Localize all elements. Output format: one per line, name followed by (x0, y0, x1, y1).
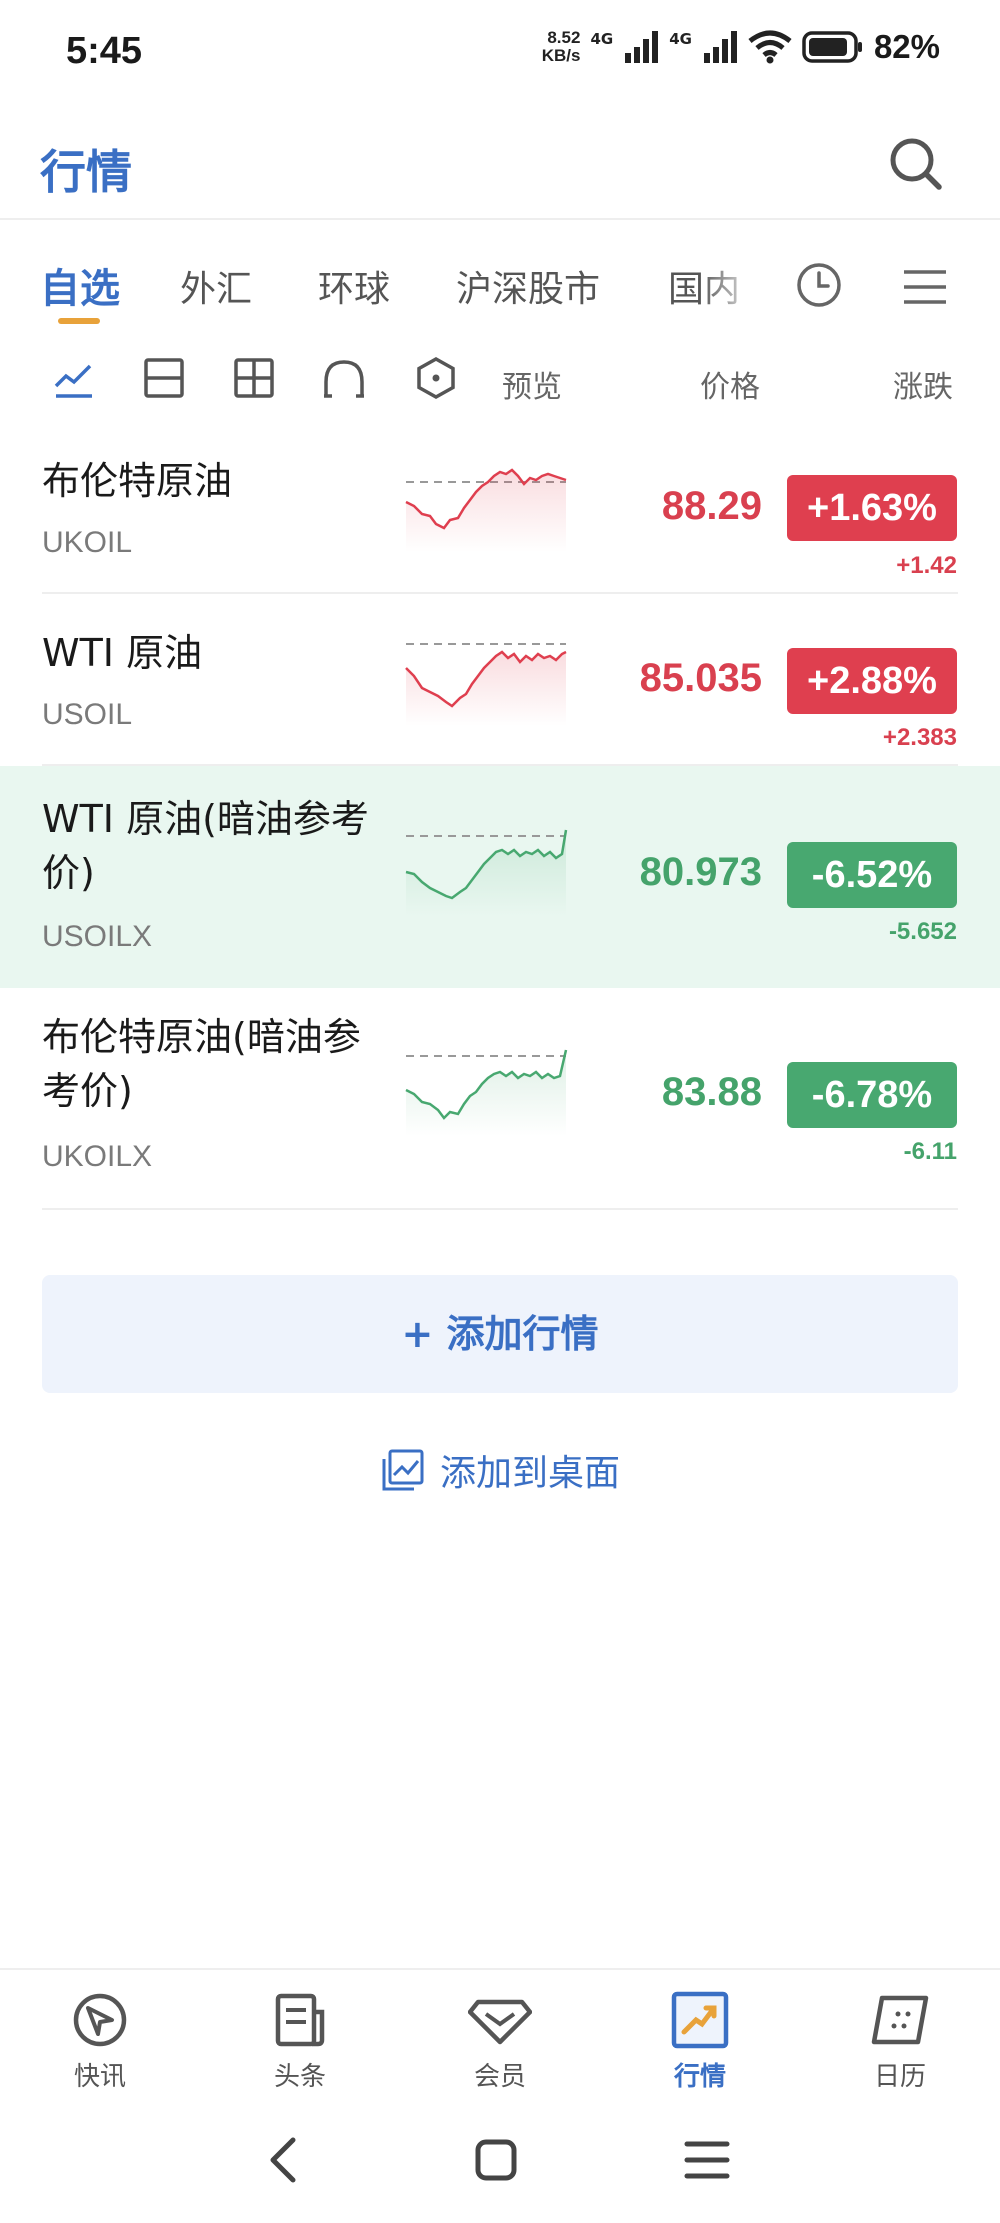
nav-item-market[interactable]: 行情 (640, 1990, 760, 2093)
quote-name: WTI 原油(暗油参考价) (42, 797, 369, 895)
quote-code: USOILX (42, 920, 153, 953)
nav-label: 头条 (273, 2062, 326, 2092)
quote-name: 布伦特原油(暗油参考价) (42, 1015, 361, 1113)
sparkline-chart (405, 643, 567, 726)
status-time: 5:45 (66, 30, 143, 72)
sparkline-chart (405, 829, 568, 916)
calendar-icon (871, 1995, 929, 2045)
tab-a-shares[interactable]: 沪深股市 (456, 260, 600, 312)
flash-news-icon (73, 1993, 127, 2047)
network-speed: 8.52 KB/s (541, 28, 581, 65)
quote-change-badge: +1.63% (787, 475, 957, 541)
quote-name: WTI 原油 (42, 631, 203, 675)
tab-watchlist[interactable]: 自选 (40, 256, 120, 314)
battery-icon (802, 31, 862, 63)
network-type-1: 4G (590, 30, 614, 48)
quote-row-ukoilx[interactable]: 布伦特原油(暗油参考价) UKOILX 83.88 -6.78% -6.11 (0, 988, 1000, 1210)
market-trend-icon (671, 1991, 729, 2049)
add-quote-button[interactable]: + 添加行情 (42, 1275, 958, 1393)
clock-icon[interactable] (794, 260, 844, 310)
column-price: 价格 (700, 370, 760, 405)
bottom-nav: 快讯 头条 会员 行情 日历 (0, 1968, 1000, 2093)
signal-icon (625, 31, 659, 63)
menu-icon[interactable] (900, 262, 950, 312)
nav-item-headlines[interactable]: 头条 (240, 1990, 360, 2093)
diamond-icon (468, 1999, 532, 2045)
line-chart-icon[interactable] (52, 356, 96, 400)
nav-label: 会员 (473, 2062, 526, 2092)
quote-change-amount: -5.652 (888, 918, 957, 945)
home-icon[interactable] (466, 2130, 526, 2190)
grid-view-icon[interactable] (232, 356, 276, 400)
curve-icon[interactable] (322, 356, 366, 400)
quote-price: 88.29 (661, 484, 762, 528)
tab-global[interactable]: 环球 (318, 260, 390, 312)
quote-code: USOIL (42, 698, 133, 731)
quote-row-ukoil[interactable]: 布伦特原油 UKOIL 88.29 +1.63% +1.42 (0, 420, 1000, 594)
status-right: 8.52 KB/s 4G 4G 82% (542, 28, 940, 66)
quote-price: 80.973 (639, 850, 762, 894)
quote-price: 83.88 (661, 1070, 762, 1114)
network-type-2: 4G (669, 30, 692, 48)
nav-item-flash-news[interactable]: 快讯 (40, 1990, 160, 2093)
page-title: 行情 (40, 145, 132, 199)
category-tabs: 自选 外汇 环球 沪深股市 国内 (0, 250, 1000, 330)
wifi-icon (748, 30, 792, 64)
battery-percent: 82% (873, 28, 940, 65)
quote-change-amount: -6.11 (903, 1138, 957, 1165)
quote-change-badge: -6.52% (787, 842, 957, 908)
sparkline-chart (405, 1049, 568, 1136)
hexagon-icon[interactable] (414, 356, 458, 400)
signal-icon (703, 31, 737, 63)
view-mode-row: 预览 价格 涨跌 (0, 350, 1000, 410)
column-change: 涨跌 (893, 370, 953, 405)
back-icon[interactable] (255, 2130, 315, 2190)
quote-code: UKOIL (42, 526, 133, 559)
quote-row-usoilx[interactable]: WTI 原油(暗油参考价) USOILX 80.973 -6.52% -5.65… (0, 766, 1000, 988)
status-bar: 5:45 8.52 KB/s 4G 4G 82% (0, 0, 1000, 100)
nav-item-membership[interactable]: 会员 (440, 1990, 560, 2093)
nav-label: 快讯 (73, 2062, 126, 2092)
column-preview: 预览 (502, 370, 562, 405)
quote-name: 布伦特原油 (42, 459, 233, 503)
sparkline-chart (405, 468, 567, 552)
search-icon[interactable] (886, 134, 946, 194)
nav-label: 日历 (873, 2062, 926, 2092)
nav-item-calendar[interactable]: 日历 (840, 1990, 960, 2093)
quote-change-badge: +2.88% (787, 648, 957, 714)
newspaper-icon (275, 1993, 325, 2047)
desktop-widget-icon (382, 1449, 424, 1491)
quote-change-amount: +2.383 (882, 724, 957, 751)
tab-active-indicator (58, 318, 100, 324)
nav-label: 行情 (673, 2062, 726, 2092)
quote-change-badge: -6.78% (787, 1062, 957, 1128)
quote-code: UKOILX (42, 1140, 153, 1173)
system-nav-bar (0, 2110, 1000, 2210)
app-header: 行情 (0, 110, 1000, 220)
add-to-desktop-button[interactable]: 添加到桌面 (0, 1440, 1000, 1500)
split-view-icon[interactable] (142, 356, 186, 400)
tab-forex[interactable]: 外汇 (180, 260, 252, 312)
add-to-desktop-label: 添加到桌面 (439, 1453, 620, 1494)
recents-icon[interactable] (677, 2130, 737, 2190)
quote-row-usoil[interactable]: WTI 原油 USOIL 85.035 +2.88% +2.383 (0, 594, 1000, 766)
quote-price: 85.035 (639, 656, 762, 700)
tab-fade (700, 250, 760, 320)
quote-change-amount: +1.42 (896, 552, 957, 579)
row-divider (42, 1208, 958, 1210)
